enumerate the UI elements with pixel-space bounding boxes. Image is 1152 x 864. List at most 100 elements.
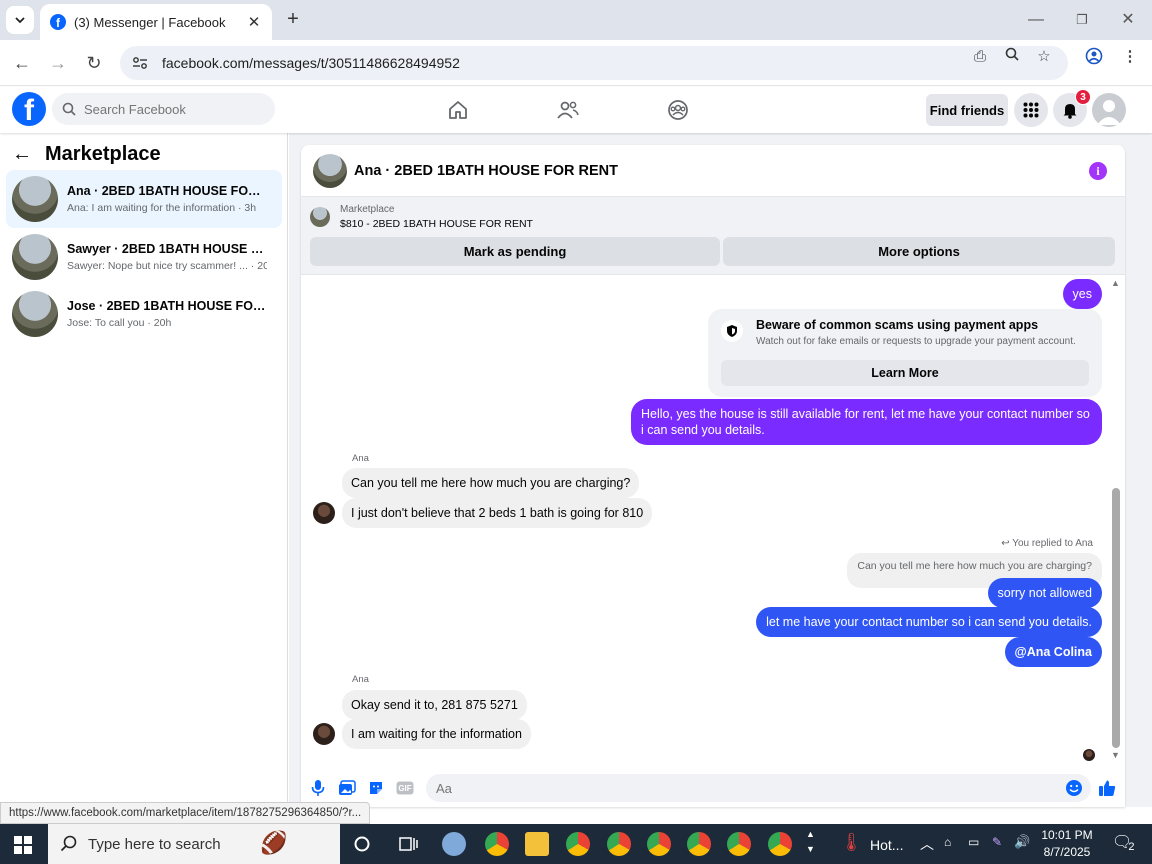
scroll-thumb[interactable] xyxy=(1112,488,1120,748)
install-app-icon[interactable]: ⎙ xyxy=(970,47,990,67)
restore-button[interactable]: ❐ xyxy=(1070,8,1094,32)
info-icon[interactable]: i xyxy=(1089,162,1107,180)
address-bar[interactable]: facebook.com/messages/t/3051148662849495… xyxy=(120,46,1068,80)
conversation-item[interactable]: Sawyer · 2BED 1BATH HOUSE FOR ... Sawyer… xyxy=(6,228,282,286)
marketplace-conversation-list: ← Marketplace Ana · 2BED 1BATH HOUSE FOR… xyxy=(0,133,288,807)
show-hidden-icons[interactable]: ︿ xyxy=(920,834,934,854)
taskbar-search[interactable]: Type here to search 🏈 xyxy=(48,824,340,864)
sender-avatar[interactable] xyxy=(313,723,335,745)
weather-text[interactable]: Hot... xyxy=(870,837,903,853)
message-bubble-incoming[interactable]: I am waiting for the information xyxy=(342,719,531,749)
nav-home[interactable] xyxy=(438,96,478,124)
notification-center-icon[interactable]: 🗨2 xyxy=(1112,832,1138,853)
notification-badge: 3 xyxy=(1075,89,1091,105)
tab-search-button[interactable] xyxy=(6,6,34,34)
chrome-icon[interactable] xyxy=(607,832,631,856)
listing-title[interactable]: $810 - 2BED 1BATH HOUSE FOR RENT xyxy=(340,218,533,230)
menu-button[interactable] xyxy=(1014,93,1048,127)
message-input[interactable] xyxy=(436,780,1036,796)
photo-icon[interactable] xyxy=(336,777,358,799)
cortana-icon[interactable] xyxy=(350,832,374,856)
reload-button[interactable]: ↻ xyxy=(82,51,106,75)
file-explorer-icon[interactable] xyxy=(525,832,549,856)
chrome-icon[interactable] xyxy=(566,832,590,856)
scroll-down-icon[interactable]: ▼ xyxy=(1111,750,1120,760)
browser-profile-icon[interactable] xyxy=(1084,47,1104,67)
new-tab-button[interactable]: + xyxy=(282,8,304,30)
notification-center-count: 2 xyxy=(1128,841,1135,853)
mention-bubble[interactable]: @Ana Colina xyxy=(1004,637,1102,667)
minimize-button[interactable]: — xyxy=(1024,8,1048,32)
sender-avatar[interactable] xyxy=(313,502,335,524)
taskbar-clock[interactable]: 10:01 PM 8/7/2025 xyxy=(1036,827,1098,861)
url-text: facebook.com/messages/t/3051148662849495… xyxy=(162,55,460,71)
conversation-preview: Jose: To call you · 20h xyxy=(67,317,172,329)
conversation-item[interactable]: Ana · 2BED 1BATH HOUSE FOR RE... Ana: I … xyxy=(6,170,282,228)
find-friends-button[interactable]: Find friends xyxy=(926,94,1008,126)
pen-icon[interactable]: ✎ xyxy=(992,835,1002,849)
browser-menu-icon[interactable]: ⋮ xyxy=(1120,47,1140,67)
task-view-icon[interactable] xyxy=(396,832,420,856)
volume-icon[interactable]: 🔊 xyxy=(1014,834,1030,850)
browser-tabstrip: f (3) Messenger | Facebook ✕ + — ❐ ✕ xyxy=(0,0,1152,40)
message-bubble-outgoing[interactable]: let me have your contact number so i can… xyxy=(756,607,1102,637)
sticker-icon[interactable] xyxy=(365,777,387,799)
browser-tab-active[interactable]: f (3) Messenger | Facebook ✕ xyxy=(40,4,272,40)
close-window-button[interactable]: ✕ xyxy=(1116,8,1140,32)
microphone-icon[interactable] xyxy=(307,777,329,799)
learn-more-button[interactable]: Learn More xyxy=(721,360,1089,386)
bookmark-star-icon[interactable]: ☆ xyxy=(1034,47,1054,67)
like-thumb-icon[interactable] xyxy=(1096,777,1118,799)
clock-time: 10:01 PM xyxy=(1041,828,1093,842)
message-bubble-incoming[interactable]: Can you tell me here how much you are ch… xyxy=(342,468,640,498)
listing-bar: Marketplace $810 - 2BED 1BATH HOUSE FOR … xyxy=(301,197,1125,275)
gif-icon[interactable]: GIF xyxy=(394,777,416,799)
message-bubble-incoming[interactable]: Okay send it to, 281 875 5271 xyxy=(342,690,527,720)
facebook-search[interactable] xyxy=(52,93,275,125)
listing-label: Marketplace xyxy=(340,204,395,215)
message-input-box[interactable] xyxy=(426,774,1091,802)
message-composer: GIF xyxy=(301,771,1125,807)
back-arrow-icon[interactable]: ← xyxy=(12,143,36,166)
search-input[interactable] xyxy=(84,101,254,117)
message-bubble-outgoing[interactable]: yes xyxy=(1062,279,1102,309)
site-settings-icon[interactable] xyxy=(132,56,148,70)
svg-text:GIF: GIF xyxy=(398,784,411,793)
listing-thumbnail xyxy=(12,176,58,222)
nav-groups[interactable] xyxy=(658,96,698,124)
zoom-icon[interactable] xyxy=(1002,47,1022,67)
message-scrollbar[interactable]: ▲ ▼ xyxy=(1109,276,1123,766)
chrome-icon[interactable] xyxy=(485,832,509,856)
conversation-item[interactable]: Jose · 2BED 1BATH HOUSE FOR RE... Jose: … xyxy=(6,285,282,343)
nav-friends[interactable] xyxy=(548,96,588,124)
windows-start-icon[interactable] xyxy=(14,836,32,854)
chrome-icon[interactable] xyxy=(727,832,751,856)
replied-indicator: ↩ You replied to Ana xyxy=(1001,538,1093,549)
message-bubble-outgoing[interactable]: sorry not allowed xyxy=(987,578,1102,608)
mark-pending-button[interactable]: Mark as pending xyxy=(310,237,720,266)
forward-button[interactable]: → xyxy=(46,51,70,75)
taskbar-app-icon[interactable] xyxy=(442,832,466,856)
chrome-icon[interactable] xyxy=(647,832,671,856)
scroll-up-icon[interactable]: ▲ xyxy=(1111,278,1120,288)
facebook-logo-icon[interactable]: f xyxy=(12,92,46,126)
seen-indicator-avatar xyxy=(1083,749,1095,761)
grid-menu-icon xyxy=(1023,102,1039,118)
taskbar-scroll-arrows-icon[interactable]: ▲ ▼ xyxy=(806,827,815,857)
chrome-icon[interactable] xyxy=(687,832,711,856)
close-tab-icon[interactable]: ✕ xyxy=(246,13,262,31)
network-icon[interactable]: ▭ xyxy=(968,835,979,849)
back-button[interactable]: ← xyxy=(10,51,34,75)
more-options-button[interactable]: More options xyxy=(723,237,1115,266)
message-bubble-outgoing[interactable]: Hello, yes the house is still available … xyxy=(631,399,1102,445)
marketplace-header: ← Marketplace xyxy=(12,143,161,166)
profile-avatar[interactable] xyxy=(1092,93,1126,127)
listing-thumbnail[interactable] xyxy=(310,207,330,227)
emoji-icon[interactable] xyxy=(1063,777,1085,799)
notifications-button[interactable]: 3 xyxy=(1053,89,1091,127)
chat-avatar[interactable] xyxy=(313,153,347,188)
chrome-icon[interactable] xyxy=(768,832,792,856)
meet-now-icon[interactable]: ⌂ xyxy=(944,835,951,849)
message-bubble-incoming[interactable]: I just don't believe that 2 beds 1 bath … xyxy=(342,498,653,528)
chat-title[interactable]: Ana · 2BED 1BATH HOUSE FOR RENT xyxy=(354,163,618,179)
